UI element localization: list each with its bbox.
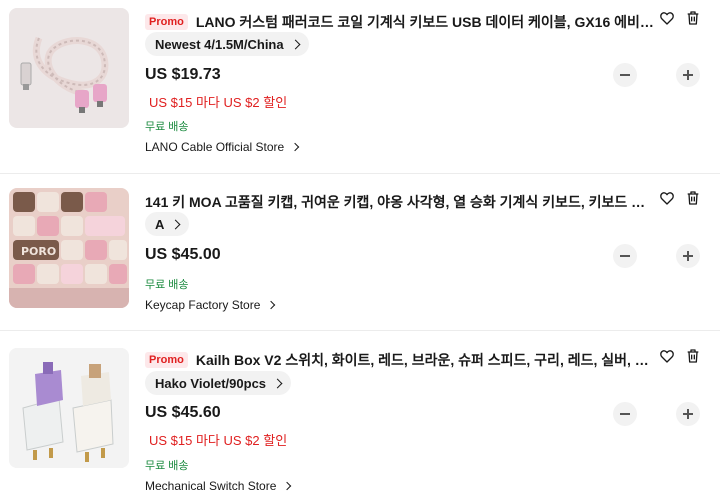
chevron-right-icon	[267, 300, 276, 310]
chevron-right-icon	[290, 142, 300, 152]
store-name: Keycap Factory Store	[145, 298, 261, 312]
trash-icon[interactable]	[683, 346, 703, 366]
increase-quantity-button[interactable]	[676, 402, 700, 426]
variant-label: Newest 4/1.5M/China	[155, 36, 284, 52]
product-image[interactable]: PORO	[9, 188, 129, 308]
promo-badge: Promo	[145, 352, 188, 368]
product-title[interactable]: 141 키 MOA 고품질 키캡, 귀여운 키캡, 야옹 사각형, 열 승화 기…	[145, 192, 655, 212]
chevron-right-icon	[170, 219, 181, 229]
increase-quantity-button[interactable]	[676, 244, 700, 268]
product-image[interactable]	[9, 8, 129, 128]
divider	[0, 173, 720, 174]
cart-item: Promo Kailh Box V2 스위치, 화이트, 레드, 브라운, 슈퍼…	[0, 346, 720, 496]
svg-text:PORO: PORO	[21, 245, 56, 258]
variant-selector[interactable]: A	[145, 212, 190, 236]
heart-icon[interactable]	[657, 188, 677, 208]
plus-icon	[683, 409, 693, 419]
variant-label: A	[155, 216, 165, 232]
price: US $45.60	[145, 404, 221, 421]
price: US $19.73	[145, 66, 221, 83]
free-shipping-label: 무료 배송	[145, 460, 189, 472]
keycap-product-image: PORO	[9, 188, 129, 308]
price: US $45.00	[145, 246, 221, 263]
minus-icon	[620, 74, 630, 76]
trash-icon[interactable]	[683, 8, 703, 28]
product-title[interactable]: LANO 커스텀 패러코드 코일 기계식 키보드 USB 데이터 케이블, GX…	[196, 12, 655, 32]
cart-item: PORO 141 키 MOA 고품질 키캡, 귀여운 키캡, 야옹 사각형, 열…	[0, 188, 720, 318]
plus-icon	[683, 251, 693, 261]
discount-text: US $15 마다 US $2 할인	[149, 95, 288, 110]
store-name: Mechanical Switch Store	[145, 479, 277, 493]
store-link[interactable]: Keycap Factory Store	[145, 298, 276, 312]
store-name: LANO Cable Official Store	[145, 140, 285, 154]
cart-item: Promo LANO 커스텀 패러코드 코일 기계식 키보드 USB 데이터 케…	[0, 8, 720, 168]
free-shipping-label: 무료 배송	[145, 121, 189, 133]
trash-icon[interactable]	[683, 188, 703, 208]
chevron-right-icon	[283, 481, 292, 491]
heart-icon[interactable]	[657, 8, 677, 28]
decrease-quantity-button[interactable]	[613, 402, 637, 426]
chevron-right-icon	[290, 39, 301, 49]
switch-product-image	[9, 348, 129, 468]
cable-product-image	[9, 8, 129, 128]
store-link[interactable]: Mechanical Switch Store	[145, 479, 292, 493]
increase-quantity-button[interactable]	[676, 63, 700, 87]
decrease-quantity-button[interactable]	[613, 244, 637, 268]
free-shipping-label: 무료 배송	[145, 279, 189, 291]
variant-label: Hako Violet/90pcs	[155, 375, 267, 391]
chevron-right-icon	[272, 378, 283, 388]
store-link[interactable]: LANO Cable Official Store	[145, 140, 300, 154]
plus-icon	[683, 70, 693, 80]
decrease-quantity-button[interactable]	[613, 63, 637, 87]
variant-selector[interactable]: Hako Violet/90pcs	[145, 371, 292, 395]
divider	[0, 330, 720, 331]
minus-icon	[620, 413, 630, 415]
promo-badge: Promo	[145, 14, 188, 30]
discount-text: US $15 마다 US $2 할인	[149, 433, 288, 448]
minus-icon	[620, 255, 630, 257]
product-title[interactable]: Kailh Box V2 스위치, 화이트, 레드, 브라운, 슈퍼 스피드, …	[196, 350, 655, 370]
product-image[interactable]	[9, 348, 129, 468]
variant-selector[interactable]: Newest 4/1.5M/China	[145, 32, 309, 56]
heart-icon[interactable]	[657, 346, 677, 366]
